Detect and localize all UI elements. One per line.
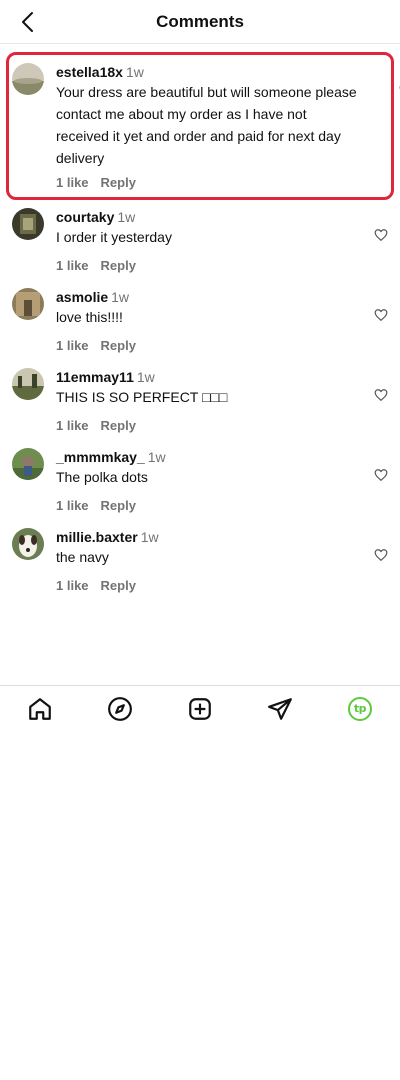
direct-icon (268, 697, 292, 720)
like-count[interactable]: 1 like (56, 578, 89, 593)
heart-icon[interactable] (374, 388, 388, 402)
comment-time: 1w (136, 369, 155, 385)
comment-item: millie.baxter 1w the navy 1 like Reply (0, 520, 400, 600)
direct-tab[interactable] (267, 696, 293, 722)
avatar[interactable] (12, 63, 44, 95)
avatar[interactable] (12, 448, 44, 480)
comment-time: 1w (147, 449, 166, 465)
comment-list: estella18x 1w Your dress are beautiful bu… (0, 52, 400, 600)
comment-username[interactable]: courtaky (56, 209, 114, 225)
heart-icon[interactable] (374, 548, 388, 562)
explore-tab[interactable] (107, 696, 133, 722)
reply-button[interactable]: Reply (101, 498, 136, 513)
like-count[interactable]: 1 like (56, 418, 89, 433)
comment-username[interactable]: estella18x (56, 64, 123, 80)
comment-item: asmolie 1w love this!!!! 1 like Reply (0, 280, 400, 360)
avatar[interactable] (12, 528, 44, 560)
header: Comments (0, 0, 400, 44)
heart-icon[interactable] (374, 228, 388, 242)
reply-button[interactable]: Reply (101, 418, 136, 433)
like-count[interactable]: 1 like (56, 498, 89, 513)
comment-item: estella18x 1w Your dress are beautiful bu… (6, 52, 400, 200)
comment-time: 1w (125, 64, 144, 80)
heart-icon[interactable] (374, 308, 388, 322)
comment-item: courtaky 1w I order it yesterday 1 like Re… (0, 200, 400, 280)
explore-icon (108, 696, 132, 721)
comment-text: the navy (56, 549, 109, 565)
avatar[interactable] (12, 288, 44, 320)
page-title: Comments (156, 12, 244, 31)
comment-item: _mmmmkay_ 1w The polka dots 1 like Reply (0, 440, 400, 520)
comment-text: The polka dots (56, 469, 148, 485)
create-icon (189, 697, 211, 720)
bottom-tab-bar: tp (0, 685, 400, 731)
reply-button[interactable]: Reply (101, 338, 136, 353)
create-tab[interactable] (187, 696, 213, 722)
like-count[interactable]: 1 like (56, 258, 89, 273)
profile-icon: tp (348, 696, 372, 721)
like-count[interactable]: 1 like (56, 175, 89, 190)
comment-text: I order it yesterday (56, 229, 172, 245)
reply-button[interactable]: Reply (101, 578, 136, 593)
comment-time: 1w (117, 209, 136, 225)
comment-text: Your dress are beautiful but will someon… (56, 84, 357, 166)
profile-tab[interactable]: tp (347, 696, 373, 722)
comment-username[interactable]: asmolie (56, 289, 108, 305)
like-count[interactable]: 1 like (56, 338, 89, 353)
home-icon (29, 697, 51, 720)
avatar[interactable] (12, 368, 44, 400)
comment-time: 1w (140, 529, 159, 545)
comment-username[interactable]: 11emmay11 (56, 369, 134, 385)
heart-icon[interactable] (374, 468, 388, 482)
comment-username[interactable]: _mmmmkay_ (56, 449, 145, 465)
home-tab[interactable] (27, 696, 53, 722)
comment-text: THIS IS SO PERFECT □□□ (56, 389, 228, 405)
comment-time: 1w (111, 289, 130, 305)
reply-button[interactable]: Reply (101, 175, 136, 190)
comment-text: love this!!!! (56, 309, 123, 325)
avatar[interactable] (12, 208, 44, 240)
comment-item: 11emmay11 1w THIS IS SO PERFECT □□□ 1 lik… (0, 360, 400, 440)
reply-button[interactable]: Reply (101, 258, 136, 273)
comment-username[interactable]: millie.baxter (56, 529, 138, 545)
